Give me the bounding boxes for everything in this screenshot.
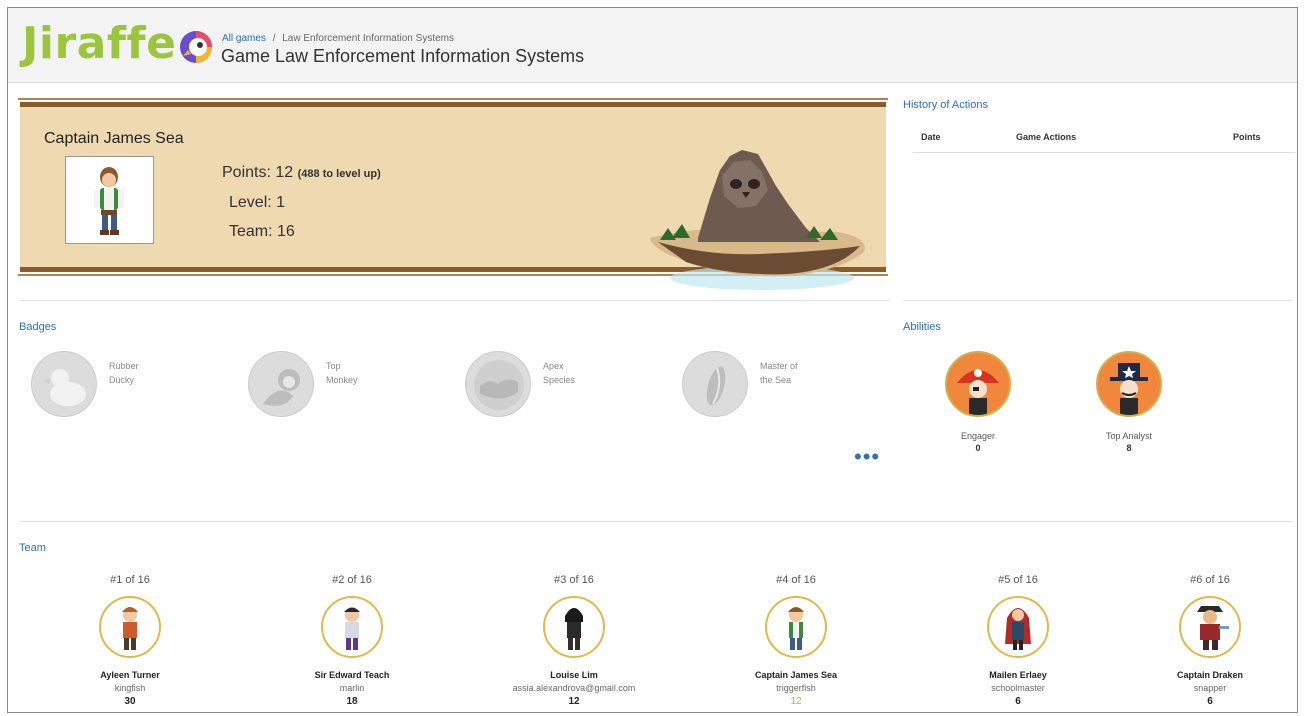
member-name: Louise Lim	[550, 670, 598, 680]
member-points: 18	[346, 696, 358, 707]
breadcrumb-all-games[interactable]: All games	[222, 33, 266, 44]
history-col-points[interactable]: Points	[1233, 132, 1261, 142]
sheriff-icon	[1096, 351, 1162, 417]
badge-name: Rubber Ducky	[109, 361, 139, 385]
badges-label: Badges	[19, 321, 57, 333]
abilities-label: Abilities	[903, 321, 941, 333]
points-label: Points:	[222, 164, 271, 181]
member-nickname: snapper	[1193, 683, 1227, 693]
ability-value: 0	[975, 443, 981, 453]
member-nickname: triggerfish	[776, 683, 816, 693]
member-email: assia.alexandrova@gmail.com	[512, 683, 636, 693]
level-value: 1	[276, 194, 286, 211]
ability-top-analyst[interactable]: Top Analyst 8	[1084, 351, 1174, 453]
badge-rubber-ducky[interactable]: Rubber Ducky	[31, 351, 241, 423]
member-nickname: marlin	[339, 683, 365, 693]
divider-team	[20, 521, 1293, 522]
breadcrumb: All games / Law Enforcement Information …	[222, 33, 454, 44]
member-avatar	[321, 596, 383, 658]
team-label: Team:	[229, 223, 273, 240]
member-nickname: kingfish	[114, 683, 146, 693]
member-rank: #2 of 16	[332, 574, 372, 586]
player-character-icon	[94, 167, 124, 235]
badge-master-of-the-sea[interactable]: Master of the Sea	[682, 351, 892, 423]
member-nickname: schoolmaster	[991, 683, 1045, 693]
breadcrumb-current: Law Enforcement Information Systems	[282, 33, 454, 44]
globe-icon	[465, 351, 531, 417]
level-stat: Level: 1	[229, 194, 285, 212]
team-member-4-current[interactable]: #4 of 16 Captain James Sea triggerfish 1…	[711, 574, 881, 707]
duck-icon	[31, 351, 97, 417]
history-col-actions[interactable]: Game Actions	[1016, 132, 1076, 142]
member-avatar	[987, 596, 1049, 658]
ability-name: Top Analyst	[1105, 431, 1153, 441]
member-avatar	[99, 596, 161, 658]
monkey-icon	[248, 351, 314, 417]
points-value: 12	[275, 164, 294, 181]
history-label: History of Actions	[903, 99, 988, 111]
member-points: 12	[568, 696, 580, 707]
badge-top-monkey[interactable]: Top Monkey	[248, 351, 458, 423]
member-points: 6	[1207, 696, 1213, 707]
badge-name: Apex Species	[543, 361, 576, 385]
team-member-1[interactable]: #1 of 16 Ayleen Turner kingfish 30	[45, 574, 215, 707]
badge-name: Top Monkey	[326, 361, 358, 385]
page-title: Game Law Enforcement Information Systems	[221, 46, 585, 66]
member-name: Ayleen Turner	[100, 670, 160, 680]
jiraffe-logo[interactable]: Jiraffe	[22, 18, 176, 69]
team-member-2[interactable]: #2 of 16 Sir Edward Teach marlin 18	[267, 574, 437, 707]
member-name: Sir Edward Teach	[314, 670, 390, 680]
header: Jiraffe All games / Law Enforcement Info…	[8, 8, 1297, 83]
badge-apex-species[interactable]: Apex Species	[465, 351, 675, 423]
member-avatar	[1179, 596, 1241, 658]
player-banner: Captain James Sea Points: 12 (488 to lev…	[18, 98, 888, 290]
points-to-level: (488 to level up)	[297, 168, 381, 180]
member-points: 12	[790, 696, 802, 707]
history-table: Date Game Actions Points	[913, 126, 1295, 153]
member-points: 6	[1015, 696, 1021, 707]
wave-icon	[682, 351, 748, 417]
member-avatar	[765, 596, 827, 658]
member-rank: #6 of 16	[1190, 574, 1230, 586]
team-member-5[interactable]: #5 of 16 Mailen Erlaey schoolmaster 6	[933, 574, 1103, 707]
divider-badges	[20, 300, 890, 301]
level-label: Level:	[229, 194, 272, 211]
breadcrumb-separator: /	[272, 33, 276, 44]
member-points: 30	[124, 696, 136, 707]
divider-abilities	[903, 300, 1293, 301]
ability-name: Engager	[960, 431, 996, 441]
team-label: Team	[19, 542, 46, 554]
game-icon	[180, 31, 212, 63]
more-badges-button[interactable]: •••	[854, 446, 880, 468]
member-name: Captain James Sea	[754, 670, 838, 680]
team-member-3[interactable]: #3 of 16 Louise Lim assia.alexandrova@gm…	[489, 574, 659, 707]
player-name: Captain James Sea	[44, 130, 184, 147]
member-rank: #4 of 16	[776, 574, 816, 586]
app-frame: Jiraffe All games / Law Enforcement Info…	[7, 7, 1298, 713]
team-member-6[interactable]: #6 of 16 Captain Draken snapper 6	[1125, 574, 1295, 707]
pirate-icon	[945, 351, 1011, 417]
history-col-date[interactable]: Date	[921, 132, 941, 142]
points-stat: Points: 12 (488 to level up)	[222, 164, 381, 182]
member-name: Captain Draken	[1176, 670, 1244, 680]
member-rank: #1 of 16	[110, 574, 150, 586]
team-stat: Team: 16	[229, 223, 295, 241]
player-avatar[interactable]	[65, 156, 154, 244]
member-name: Mailen Erlaey	[989, 670, 1047, 680]
team-value: 16	[277, 223, 295, 240]
badge-name: Master of the Sea	[760, 361, 798, 385]
skull-island-icon	[650, 150, 865, 290]
member-rank: #3 of 16	[554, 574, 594, 586]
member-avatar	[543, 596, 605, 658]
ability-value: 8	[1126, 443, 1132, 453]
ability-engager[interactable]: Engager 0	[933, 351, 1023, 453]
member-rank: #5 of 16	[998, 574, 1038, 586]
